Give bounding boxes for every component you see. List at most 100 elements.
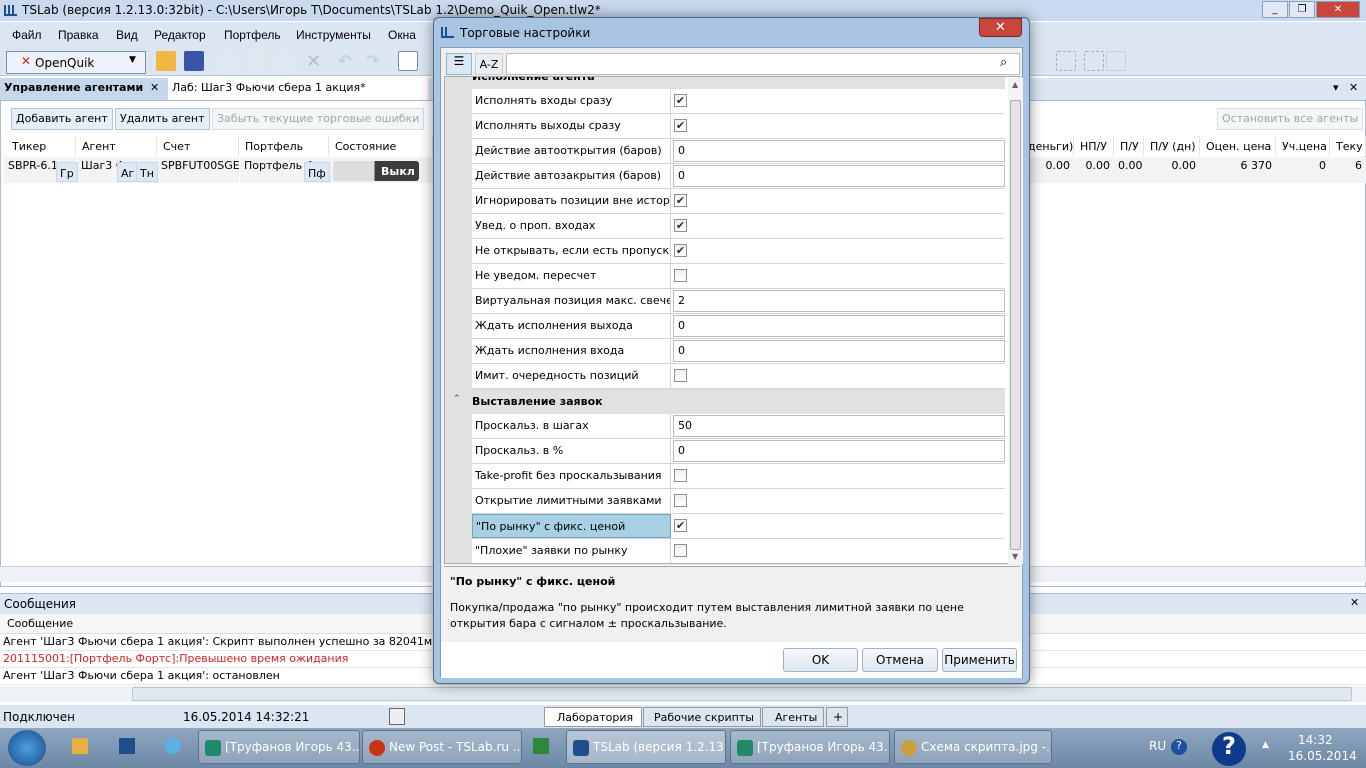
taskbar-item-paint[interactable]: Схема скрипта.jpg -... xyxy=(894,730,1052,764)
property-row[interactable]: Игнорировать позиции вне истории ✔ xyxy=(472,189,1005,214)
property-row[interactable]: Ждать исполнения входа 0 xyxy=(472,339,1005,364)
menu-editor[interactable]: Редактор xyxy=(154,28,206,42)
property-label[interactable]: Проскальз. в шагах xyxy=(472,414,671,438)
scroll-down-icon[interactable]: ▼ xyxy=(1012,552,1018,561)
property-row[interactable]: Действие автооткрытия (баров) 0 xyxy=(472,139,1005,164)
col-agent[interactable]: Агент xyxy=(76,136,157,156)
property-label[interactable]: Не открывать, если есть пропуск входа xyxy=(472,239,671,263)
property-label[interactable]: Действие автооткрытия (баров) xyxy=(472,139,671,163)
property-input[interactable]: 0 xyxy=(673,340,1005,362)
col-right-3[interactable]: П/У (дн) xyxy=(1144,136,1200,156)
maximize-button[interactable]: ❐ xyxy=(1289,1,1315,18)
col-ticker[interactable]: Тикер xyxy=(6,136,76,156)
property-row[interactable]: Действие автозакрытия (баров) 0 xyxy=(472,164,1005,189)
taskbar-item-opera[interactable]: New Post - TSLab.ru ... xyxy=(362,730,522,764)
property-label[interactable]: Ждать исполнения входа xyxy=(472,339,671,363)
clock-date[interactable]: 16.05.2014 xyxy=(1288,749,1357,763)
tab-work-scripts[interactable]: Рабочие скрипты xyxy=(643,707,761,727)
property-search-input[interactable] xyxy=(506,53,1020,75)
property-input[interactable]: 2 xyxy=(673,290,1005,312)
delete-agent-button[interactable]: Удалить агент xyxy=(115,108,210,130)
chevron-down-icon[interactable]: ▼ xyxy=(129,55,136,65)
close-icon[interactable]: ✕ xyxy=(150,81,159,94)
property-checkbox[interactable]: ✔ xyxy=(674,194,687,207)
tray-expand-icon[interactable]: ▲ xyxy=(1262,740,1269,750)
col-right-1[interactable]: НП/У xyxy=(1074,136,1114,156)
openquik-button[interactable]: ✕ OpenQuik ▼ xyxy=(6,51,146,74)
property-label[interactable]: Имит. очередность позиций xyxy=(472,364,671,388)
property-row[interactable]: Ждать исполнения выхода 0 xyxy=(472,314,1005,339)
col-right-4[interactable]: Оцен. цена xyxy=(1200,136,1276,156)
close-messages-icon[interactable]: ✕ xyxy=(1350,596,1359,609)
menu-file[interactable]: Файл xyxy=(12,28,42,42)
col-right-2[interactable]: П/У xyxy=(1114,136,1144,156)
property-row[interactable]: Не уведом. пересчет xyxy=(472,264,1005,289)
tab-agent-management[interactable]: Управление агентами ✕ xyxy=(0,78,168,100)
close-button[interactable]: ✕ xyxy=(1316,1,1360,18)
menu-edit[interactable]: Правка xyxy=(58,28,99,42)
excel-icon[interactable] xyxy=(533,738,549,754)
tab-laboratory[interactable]: Лаборатория xyxy=(544,707,642,727)
property-checkbox[interactable]: ✔ xyxy=(674,244,687,257)
category-header[interactable]: ⌃ Выставление заявок xyxy=(445,389,1005,414)
forget-errors-button[interactable]: Забыть текущие торговые ошибки xyxy=(212,108,425,130)
tab-lab[interactable]: Лаб: Шаг3 Фьючи сбера 1 акция* xyxy=(168,78,428,100)
add-tab-button[interactable]: + xyxy=(826,707,848,727)
stop-all-agents-button[interactable]: Остановить все агенты xyxy=(1217,108,1364,130)
property-row[interactable]: Исполнять входы сразу ✔ xyxy=(472,89,1005,114)
property-row[interactable]: Take-profit без проскальзывания xyxy=(472,464,1005,489)
property-row[interactable]: Открытие лимитными заявками xyxy=(472,489,1005,514)
property-row[interactable]: Проскальз. в шагах 50 xyxy=(472,414,1005,439)
menu-view[interactable]: Вид xyxy=(116,28,138,42)
property-label[interactable]: Увед. о проп. входах xyxy=(472,214,671,238)
property-label[interactable]: Исполнять входы сразу xyxy=(472,89,671,113)
scroll-thumb[interactable] xyxy=(1010,100,1021,550)
language-indicator[interactable]: RU xyxy=(1149,739,1166,753)
property-checkbox[interactable] xyxy=(674,544,687,557)
log-icon[interactable] xyxy=(389,708,405,725)
cancel-button[interactable]: Отмена xyxy=(862,648,938,672)
property-label[interactable]: Take-profit без проскальзывания xyxy=(472,464,671,488)
start-button[interactable] xyxy=(8,730,46,766)
save-icon[interactable] xyxy=(184,51,204,71)
tab-agents[interactable]: Агенты xyxy=(762,707,824,727)
help-large-icon[interactable]: ? xyxy=(1212,732,1246,766)
trades-button[interactable]: Тн xyxy=(136,162,158,182)
tslab-icon[interactable] xyxy=(119,738,135,754)
property-row[interactable]: Имит. очередность позиций xyxy=(472,364,1005,389)
property-label[interactable]: Исполнять выходы сразу xyxy=(472,114,671,138)
property-checkbox[interactable]: ✔ xyxy=(674,219,687,232)
property-label[interactable]: Открытие лимитными заявками xyxy=(472,489,671,513)
scroll-up-icon[interactable]: ▲ xyxy=(1012,80,1018,89)
property-label[interactable]: Проскальз. в % xyxy=(472,439,671,463)
property-label[interactable]: Ждать исполнения выхода xyxy=(472,314,671,338)
col-right-6[interactable]: Теку xyxy=(1330,136,1366,156)
col-right-5[interactable]: Уч.цена xyxy=(1276,136,1330,156)
menu-windows[interactable]: Окна xyxy=(388,28,416,42)
property-row[interactable]: Виртуальная позиция макс. свечей 2 xyxy=(472,289,1005,314)
grid-scrollbar[interactable]: ▲ ▼ xyxy=(1008,78,1023,564)
property-checkbox[interactable] xyxy=(674,269,687,282)
quicklaunch-icon[interactable] xyxy=(72,738,88,754)
property-label[interactable]: "По рынку" с фикс. ценой xyxy=(472,514,671,538)
property-checkbox[interactable] xyxy=(674,494,687,507)
property-row[interactable]: "Плохие" заявки по рынку xyxy=(472,539,1005,563)
property-row[interactable]: Проскальз. в % 0 xyxy=(472,439,1005,464)
open-folder-icon[interactable] xyxy=(156,51,176,71)
portfolio-button[interactable]: Пф xyxy=(304,162,330,182)
property-label[interactable]: Действие автозакрытия (баров) xyxy=(472,164,671,188)
property-checkbox[interactable] xyxy=(674,469,687,482)
menu-portfolio[interactable]: Портфель xyxy=(224,28,281,42)
dialog-close-button[interactable]: ✕ xyxy=(979,18,1022,37)
property-row[interactable]: "По рынку" с фикс. ценой ✔ xyxy=(472,514,1005,539)
property-checkbox[interactable]: ✔ xyxy=(674,519,687,532)
ok-button[interactable]: OK xyxy=(783,648,858,672)
chart-button[interactable]: Гр xyxy=(56,162,78,182)
property-checkbox[interactable]: ✔ xyxy=(674,94,687,107)
help-tray-icon[interactable]: ? xyxy=(1171,739,1187,755)
property-input[interactable]: 0 xyxy=(673,140,1005,162)
collapse-icon[interactable]: ⌃ xyxy=(453,77,461,79)
minimize-button[interactable]: _ xyxy=(1262,1,1288,18)
chat-icon[interactable] xyxy=(165,738,181,754)
add-agent-button[interactable]: Добавить агент xyxy=(11,108,113,130)
